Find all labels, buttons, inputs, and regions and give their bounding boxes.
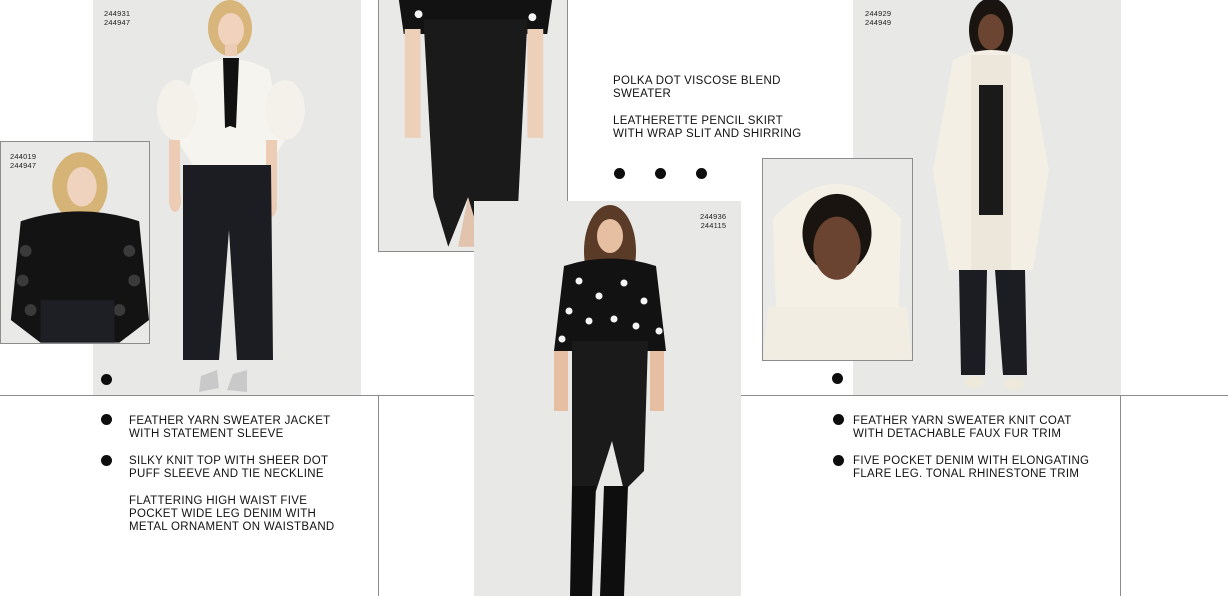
product-code: 244949 [865, 18, 892, 27]
product-code: 244936 [700, 212, 727, 221]
product-code: 244931 [104, 9, 131, 18]
look1-item-1: FEATHER YARN SWEATER JACKET WITH STATEME… [129, 415, 331, 440]
divider-line-right [741, 395, 1228, 396]
product-code: 244947 [10, 161, 37, 170]
look1-main-product-codes: 244931 244947 [104, 9, 130, 27]
look1-inset-photo [0, 141, 150, 344]
look3-item-2: FIVE POCKET DENIM WITH ELONGATING FLARE … [853, 455, 1090, 480]
look2-dot-3 [696, 168, 707, 179]
bullet-dot [833, 455, 844, 466]
look3-hood-detail-figure [763, 159, 912, 360]
divider-line-vertical-left [378, 395, 379, 596]
look1-marker-dot [101, 374, 112, 385]
look1-item-3: FLATTERING HIGH WAIST FIVE POCKET WIDE L… [129, 495, 335, 533]
look1-inset-product-codes: 244019 244947 [10, 152, 36, 170]
look2-model-photo [474, 201, 741, 596]
divider-line-left [0, 395, 474, 396]
product-code: 244115 [700, 221, 727, 230]
look3-product-codes: 244929 244949 [865, 9, 891, 27]
product-code: 244019 [10, 152, 37, 161]
divider-line-vertical-right [1120, 395, 1121, 596]
bullet-dot [101, 414, 112, 425]
look3-item-1: FEATHER YARN SWEATER KNIT COAT WITH DETA… [853, 415, 1072, 440]
look2-dot-2 [655, 168, 666, 179]
product-code: 244929 [865, 9, 892, 18]
look2-dot-1 [614, 168, 625, 179]
look2-model-figure [474, 201, 741, 596]
look2-product-codes: 244936 244115 [700, 212, 726, 230]
look3-marker-dot [832, 373, 843, 384]
look1-inset-figure [1, 142, 149, 343]
look3-hood-detail-photo [762, 158, 913, 361]
look2-item-2: LEATHERETTE PENCIL SKIRT WITH WRAP SLIT … [613, 115, 802, 140]
bullet-dot [833, 414, 844, 425]
look1-item-2: SILKY KNIT TOP WITH SHEER DOT PUFF SLEEV… [129, 455, 329, 480]
look2-item-1: POLKA DOT VISCOSE BLEND SWEATER [613, 75, 781, 100]
product-code: 244947 [104, 18, 131, 27]
bullet-dot [101, 455, 112, 466]
